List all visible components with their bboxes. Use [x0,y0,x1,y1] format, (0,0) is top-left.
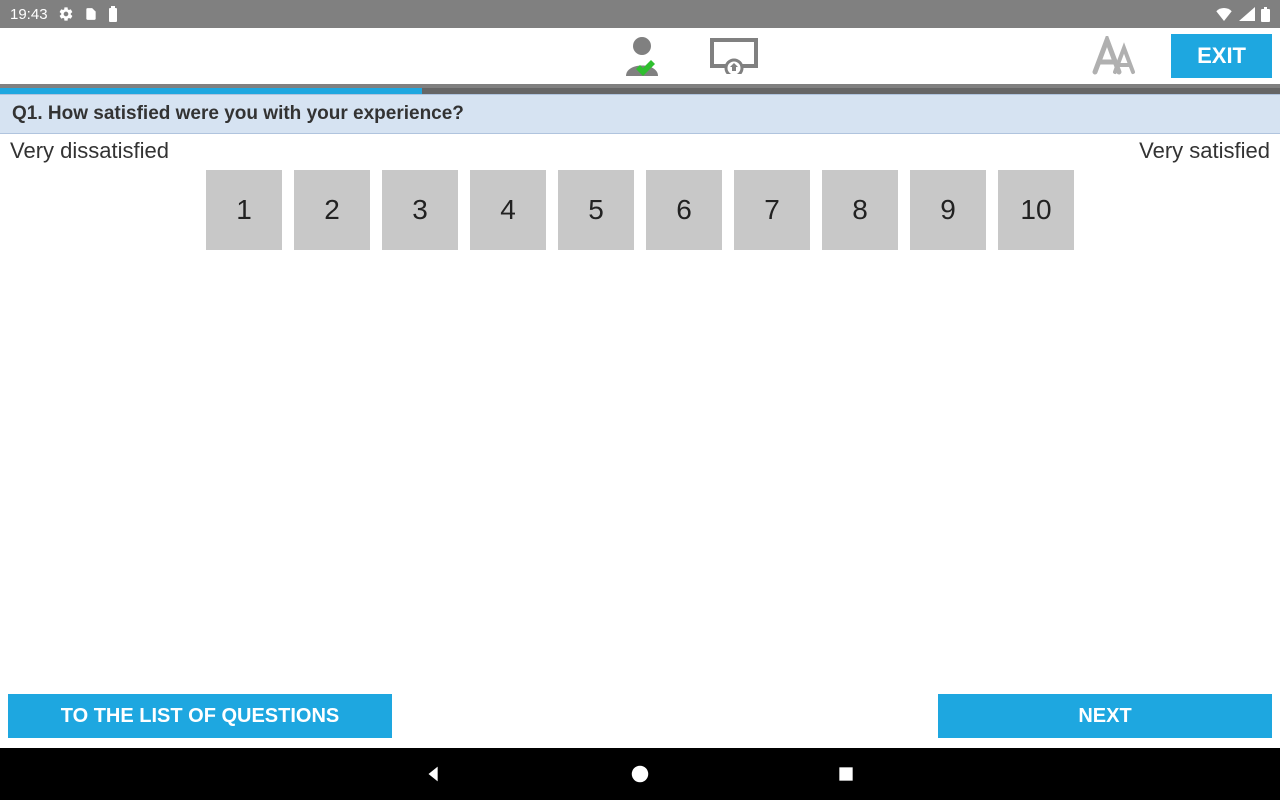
rating-1[interactable]: 1 [206,170,282,250]
rating-4[interactable]: 4 [470,170,546,250]
signal-icon [1239,7,1255,21]
rating-10[interactable]: 10 [998,170,1074,250]
scale-label-left: Very dissatisfied [10,138,169,164]
person-icon[interactable] [620,34,664,78]
upload-icon[interactable] [710,38,758,74]
question-header: Q1. How satisfied were you with your exp… [0,94,1280,134]
nav-back-icon[interactable] [421,761,447,787]
next-button[interactable]: NEXT [938,694,1272,738]
status-time: 19:43 [10,6,48,23]
to-list-button[interactable]: TO THE LIST OF QUESTIONS [8,694,392,738]
rating-3[interactable]: 3 [382,170,458,250]
nav-home-icon[interactable] [627,761,653,787]
rating-scale: 1 2 3 4 5 6 7 8 9 10 [0,164,1280,250]
document-icon [84,6,98,22]
footer-bar: TO THE LIST OF QUESTIONS NEXT [0,688,1280,748]
android-status-bar: 19:43 [0,0,1280,28]
rating-5[interactable]: 5 [558,170,634,250]
rating-7[interactable]: 7 [734,170,810,250]
exit-button[interactable]: EXIT [1171,34,1272,78]
android-nav-bar [0,748,1280,800]
scale-label-right: Very satisfied [1139,138,1270,164]
gear-icon [58,6,74,22]
rating-9[interactable]: 9 [910,170,986,250]
rating-6[interactable]: 6 [646,170,722,250]
rating-2[interactable]: 2 [294,170,370,250]
battery-icon [108,6,118,22]
nav-recent-icon[interactable] [833,761,859,787]
scale-labels: Very dissatisfied Very satisfied [0,134,1280,164]
battery-full-icon [1261,7,1270,22]
rating-8[interactable]: 8 [822,170,898,250]
app-header: EXIT [0,28,1280,88]
font-size-icon[interactable] [1091,36,1139,76]
wifi-icon [1215,7,1233,21]
